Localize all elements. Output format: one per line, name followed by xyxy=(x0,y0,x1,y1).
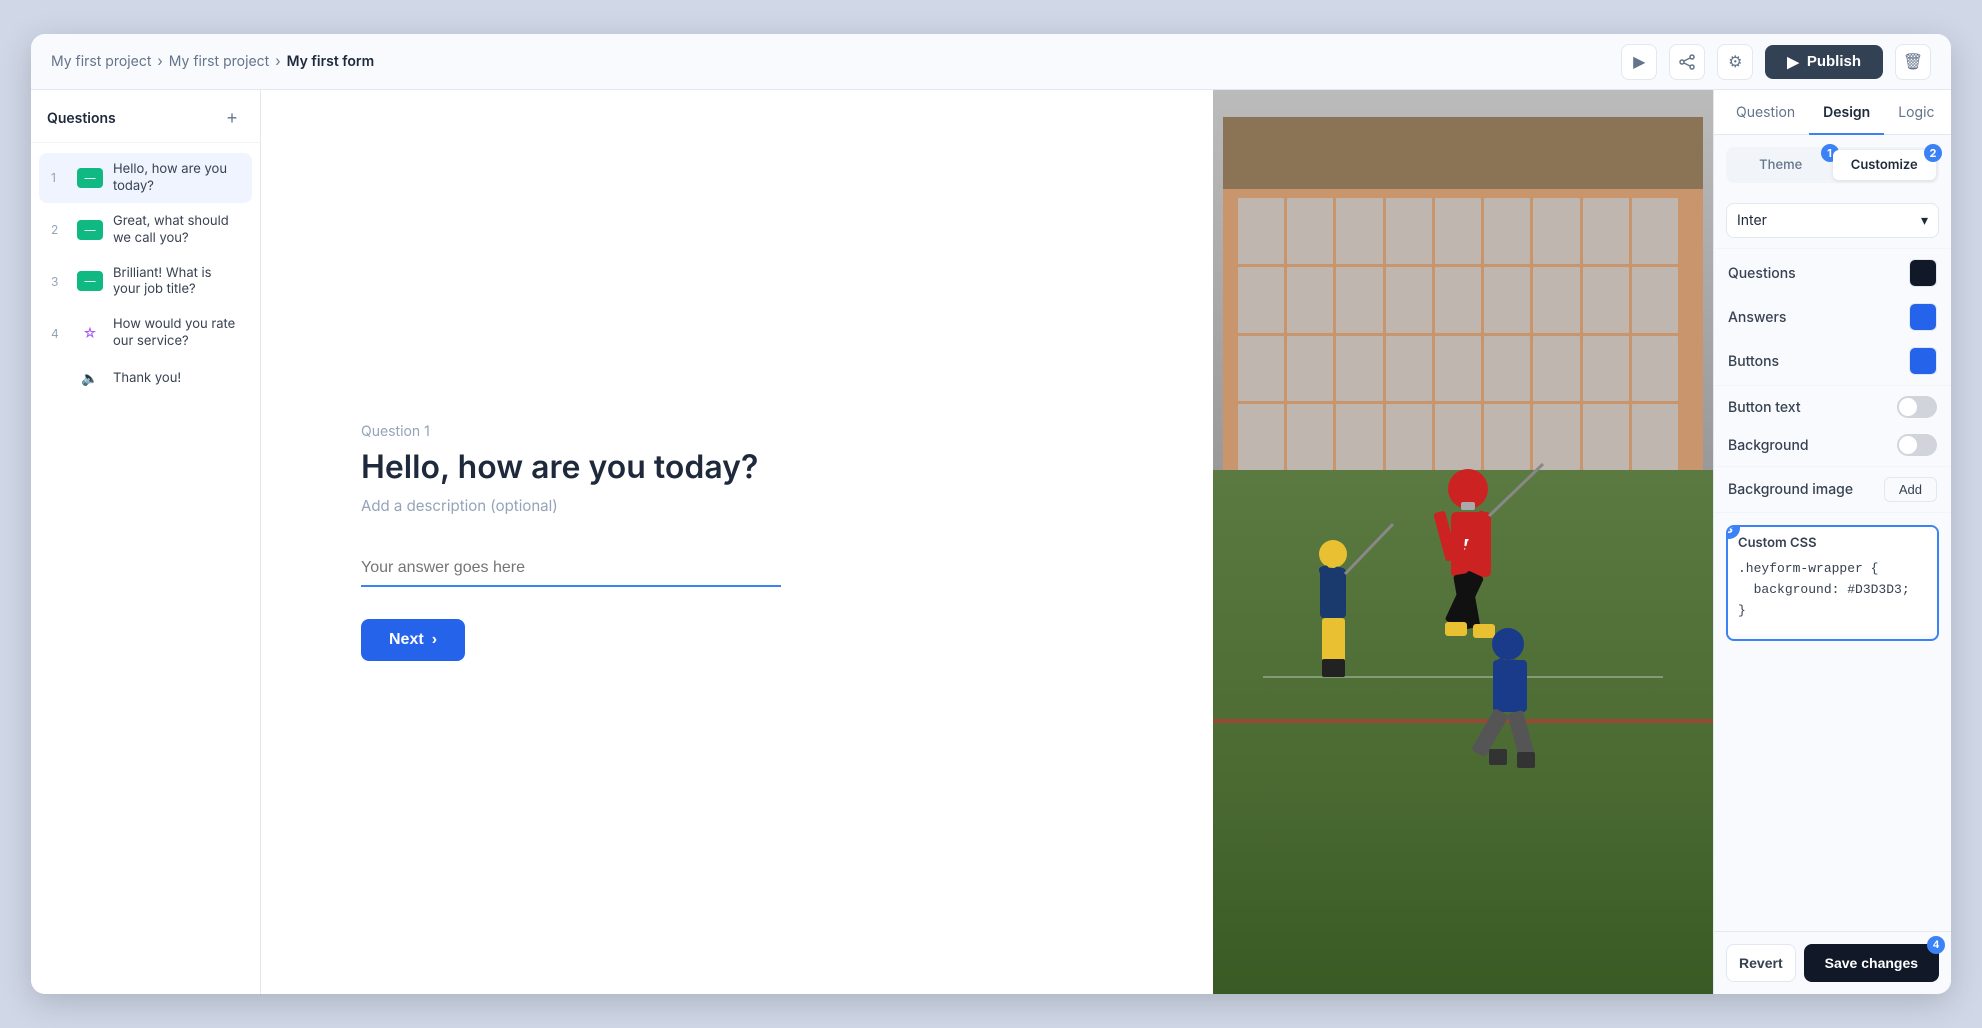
question-item-2[interactable]: 2 — Great, what should we call you? xyxy=(39,205,252,255)
sub-tab-customize[interactable]: Customize 2 xyxy=(1833,150,1937,180)
question-text-5: Thank you! xyxy=(113,370,240,387)
buttons-color-row: Buttons xyxy=(1714,339,1951,383)
custom-css-section: 3 Custom CSS .heyform-wrapper { backgrou… xyxy=(1726,525,1939,641)
add-question-button[interactable]: + xyxy=(220,106,244,130)
preview-button[interactable]: ▶ xyxy=(1621,44,1657,80)
buttons-label: Buttons xyxy=(1728,353,1779,370)
question-num-4: 4 xyxy=(51,326,67,341)
publish-icon: ▶ xyxy=(1787,53,1799,71)
publish-label: Publish xyxy=(1807,53,1861,70)
trash-button[interactable]: 🗑 xyxy=(1895,44,1931,80)
header: My first project › My first project My f… xyxy=(31,34,1951,90)
sidebar-header: Questions + xyxy=(31,90,260,143)
image-panel: 5 xyxy=(1213,90,1713,994)
button-text-label: Button text xyxy=(1728,399,1801,416)
save-badge: 4 xyxy=(1927,936,1945,954)
question-desc: Add a description (optional) xyxy=(361,496,1113,515)
panel-footer: Revert Save changes 4 xyxy=(1714,931,1951,994)
next-label: Next xyxy=(389,631,424,649)
question-item-4[interactable]: 4 ☆ How would you rate our service? xyxy=(39,308,252,358)
question-icon-3: — xyxy=(77,271,103,291)
bg-image-row: Background image Add xyxy=(1714,469,1951,510)
question-title: Hello, how are you today? xyxy=(361,448,1113,486)
question-icon-1: — xyxy=(77,168,103,188)
button-text-toggle[interactable] xyxy=(1897,396,1937,418)
font-value: Inter xyxy=(1737,212,1767,229)
save-label: Save changes xyxy=(1825,955,1918,971)
background-row: Background xyxy=(1714,426,1951,464)
breadcrumb-sep2: › xyxy=(275,53,280,70)
question-num-1: 1 xyxy=(51,170,67,185)
customize-badge: 2 xyxy=(1924,144,1942,162)
publish-button[interactable]: ▶ Publish xyxy=(1765,45,1883,79)
divider-2 xyxy=(1714,385,1951,386)
question-icon-4: ☆ xyxy=(77,323,103,343)
sidebar: Questions + 1 — Hello, how are you today… xyxy=(31,90,261,994)
breadcrumb: My first project › My first project My f… xyxy=(51,53,374,70)
custom-css-input[interactable]: .heyform-wrapper { background: #D3D3D3; … xyxy=(1728,555,1937,635)
font-dropdown-icon: ▾ xyxy=(1921,212,1928,229)
answer-input[interactable] xyxy=(361,551,781,587)
font-select[interactable]: Inter ▾ xyxy=(1726,203,1939,238)
question-num-2: 2 xyxy=(51,222,67,237)
next-button[interactable]: Next › xyxy=(361,619,465,661)
answers-color-swatch[interactable] xyxy=(1909,303,1937,331)
question-text-3: Brilliant! What is your job title? xyxy=(113,265,240,299)
question-text-4: How would you rate our service? xyxy=(113,316,240,350)
tab-question[interactable]: Question xyxy=(1722,90,1809,135)
breadcrumb-my-project[interactable]: My first project xyxy=(169,53,269,70)
question-item-3[interactable]: 3 — Brilliant! What is your job title? xyxy=(39,257,252,307)
next-arrow-icon: › xyxy=(432,631,437,649)
revert-button[interactable]: Revert xyxy=(1726,944,1796,982)
custom-css-label: Custom CSS xyxy=(1728,527,1937,555)
preview-area: Question 1 Hello, how are you today? Add… xyxy=(261,90,1713,994)
question-icon-2: — xyxy=(77,220,103,240)
lacrosse-scene: 5 xyxy=(1213,90,1713,994)
players-svg: 5 xyxy=(1213,90,1713,994)
question-item-1[interactable]: 1 — Hello, how are you today? xyxy=(39,153,252,203)
breadcrumb-project[interactable]: My first project xyxy=(51,53,151,70)
design-panel: Question Design Logic Theme 1 Customize … xyxy=(1713,90,1951,994)
question-label: Question 1 xyxy=(361,423,1113,440)
background-toggle[interactable] xyxy=(1897,434,1937,456)
sidebar-title: Questions xyxy=(47,110,116,127)
question-text-2: Great, what should we call you? xyxy=(113,213,240,247)
questions-label: Questions xyxy=(1728,265,1796,282)
settings-button[interactable]: ⚙ xyxy=(1717,44,1753,80)
tab-logic[interactable]: Logic xyxy=(1884,90,1948,135)
breadcrumb-sep1: › xyxy=(157,53,162,70)
form-preview: Question 1 Hello, how are you today? Add… xyxy=(261,90,1213,994)
question-num-3: 3 xyxy=(51,274,67,289)
question-icon-5: 🔈 xyxy=(77,368,103,388)
app-window: My first project › My first project My f… xyxy=(31,34,1951,994)
header-actions: ▶ ⚙ ▶ Publish 🗑 xyxy=(1621,44,1931,80)
divider-1 xyxy=(1714,248,1951,249)
breadcrumb-form: My first form xyxy=(287,53,375,70)
answers-color-row: Answers xyxy=(1714,295,1951,339)
button-text-row: Button text xyxy=(1714,388,1951,426)
panel-tabs: Question Design Logic xyxy=(1714,90,1951,135)
question-item-5[interactable]: 🔈 Thank you! xyxy=(39,360,252,396)
background-label: Background xyxy=(1728,437,1809,454)
main-layout: Questions + 1 — Hello, how are you today… xyxy=(31,90,1951,994)
save-button[interactable]: Save changes 4 xyxy=(1804,944,1939,982)
share-button[interactable] xyxy=(1669,44,1705,80)
question-list: 1 — Hello, how are you today? 2 — Great,… xyxy=(31,143,260,406)
question-text-1: Hello, how are you today? xyxy=(113,161,240,195)
questions-color-swatch[interactable] xyxy=(1909,259,1937,287)
questions-color-row: Questions xyxy=(1714,251,1951,295)
divider-3 xyxy=(1714,466,1951,467)
divider-4 xyxy=(1714,512,1951,513)
add-image-button[interactable]: Add xyxy=(1884,477,1937,502)
sub-tab-theme[interactable]: Theme 1 xyxy=(1729,150,1833,180)
tab-design[interactable]: Design xyxy=(1809,90,1884,135)
answers-label: Answers xyxy=(1728,309,1786,326)
bg-image-label: Background image xyxy=(1728,481,1853,498)
buttons-color-swatch[interactable] xyxy=(1909,347,1937,375)
sub-tabs: Theme 1 Customize 2 xyxy=(1726,147,1939,183)
